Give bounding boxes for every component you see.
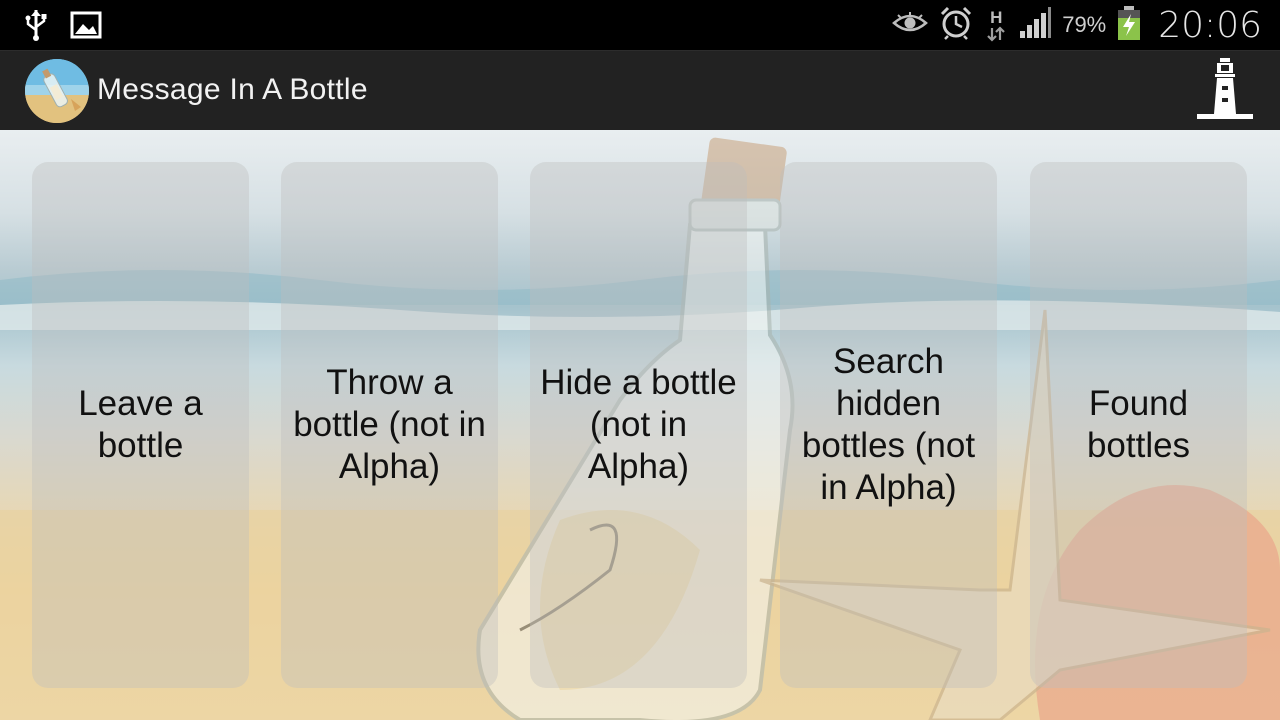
usb-icon (22, 8, 50, 47)
alarm-icon (938, 5, 974, 46)
eye-icon (892, 11, 929, 40)
throw-bottle-label: Throw a bottle (not in Alpha) (293, 363, 486, 486)
search-hidden-bottles-label: Search hidden bottles (not in Alpha) (801, 342, 976, 507)
hspa-data-icon: H (984, 9, 1008, 42)
found-bottles-button[interactable]: Found bottles (1030, 162, 1247, 688)
battery-charging-icon (1116, 5, 1142, 46)
lighthouse-icon (1195, 56, 1255, 127)
hide-bottle-label: Hide a bottle (not in Alpha) (540, 363, 737, 486)
leave-bottle-label: Leave a bottle (78, 384, 203, 465)
app-logo-icon[interactable] (25, 59, 89, 123)
main-content: Leave a bottle Throw a bottle (not in Al… (0, 130, 1280, 720)
battery-percent: 79% (1062, 12, 1107, 37)
found-bottles-label: Found bottles (1086, 384, 1191, 465)
signal-icon (1018, 6, 1052, 44)
hide-bottle-button[interactable]: Hide a bottle (not in Alpha) (530, 162, 747, 688)
status-bar: H 79% 20:06 (0, 0, 1280, 50)
clock: 20:06 (1158, 4, 1262, 46)
leave-bottle-button[interactable]: Leave a bottle (32, 162, 249, 688)
app-title: Message In A Bottle (97, 73, 368, 106)
search-hidden-bottles-button[interactable]: Search hidden bottles (not in Alpha) (780, 162, 997, 688)
lighthouse-button[interactable] (1194, 57, 1256, 125)
image-icon (70, 10, 102, 45)
throw-bottle-button[interactable]: Throw a bottle (not in Alpha) (281, 162, 498, 688)
action-bar: Message In A Bottle (0, 50, 1280, 130)
